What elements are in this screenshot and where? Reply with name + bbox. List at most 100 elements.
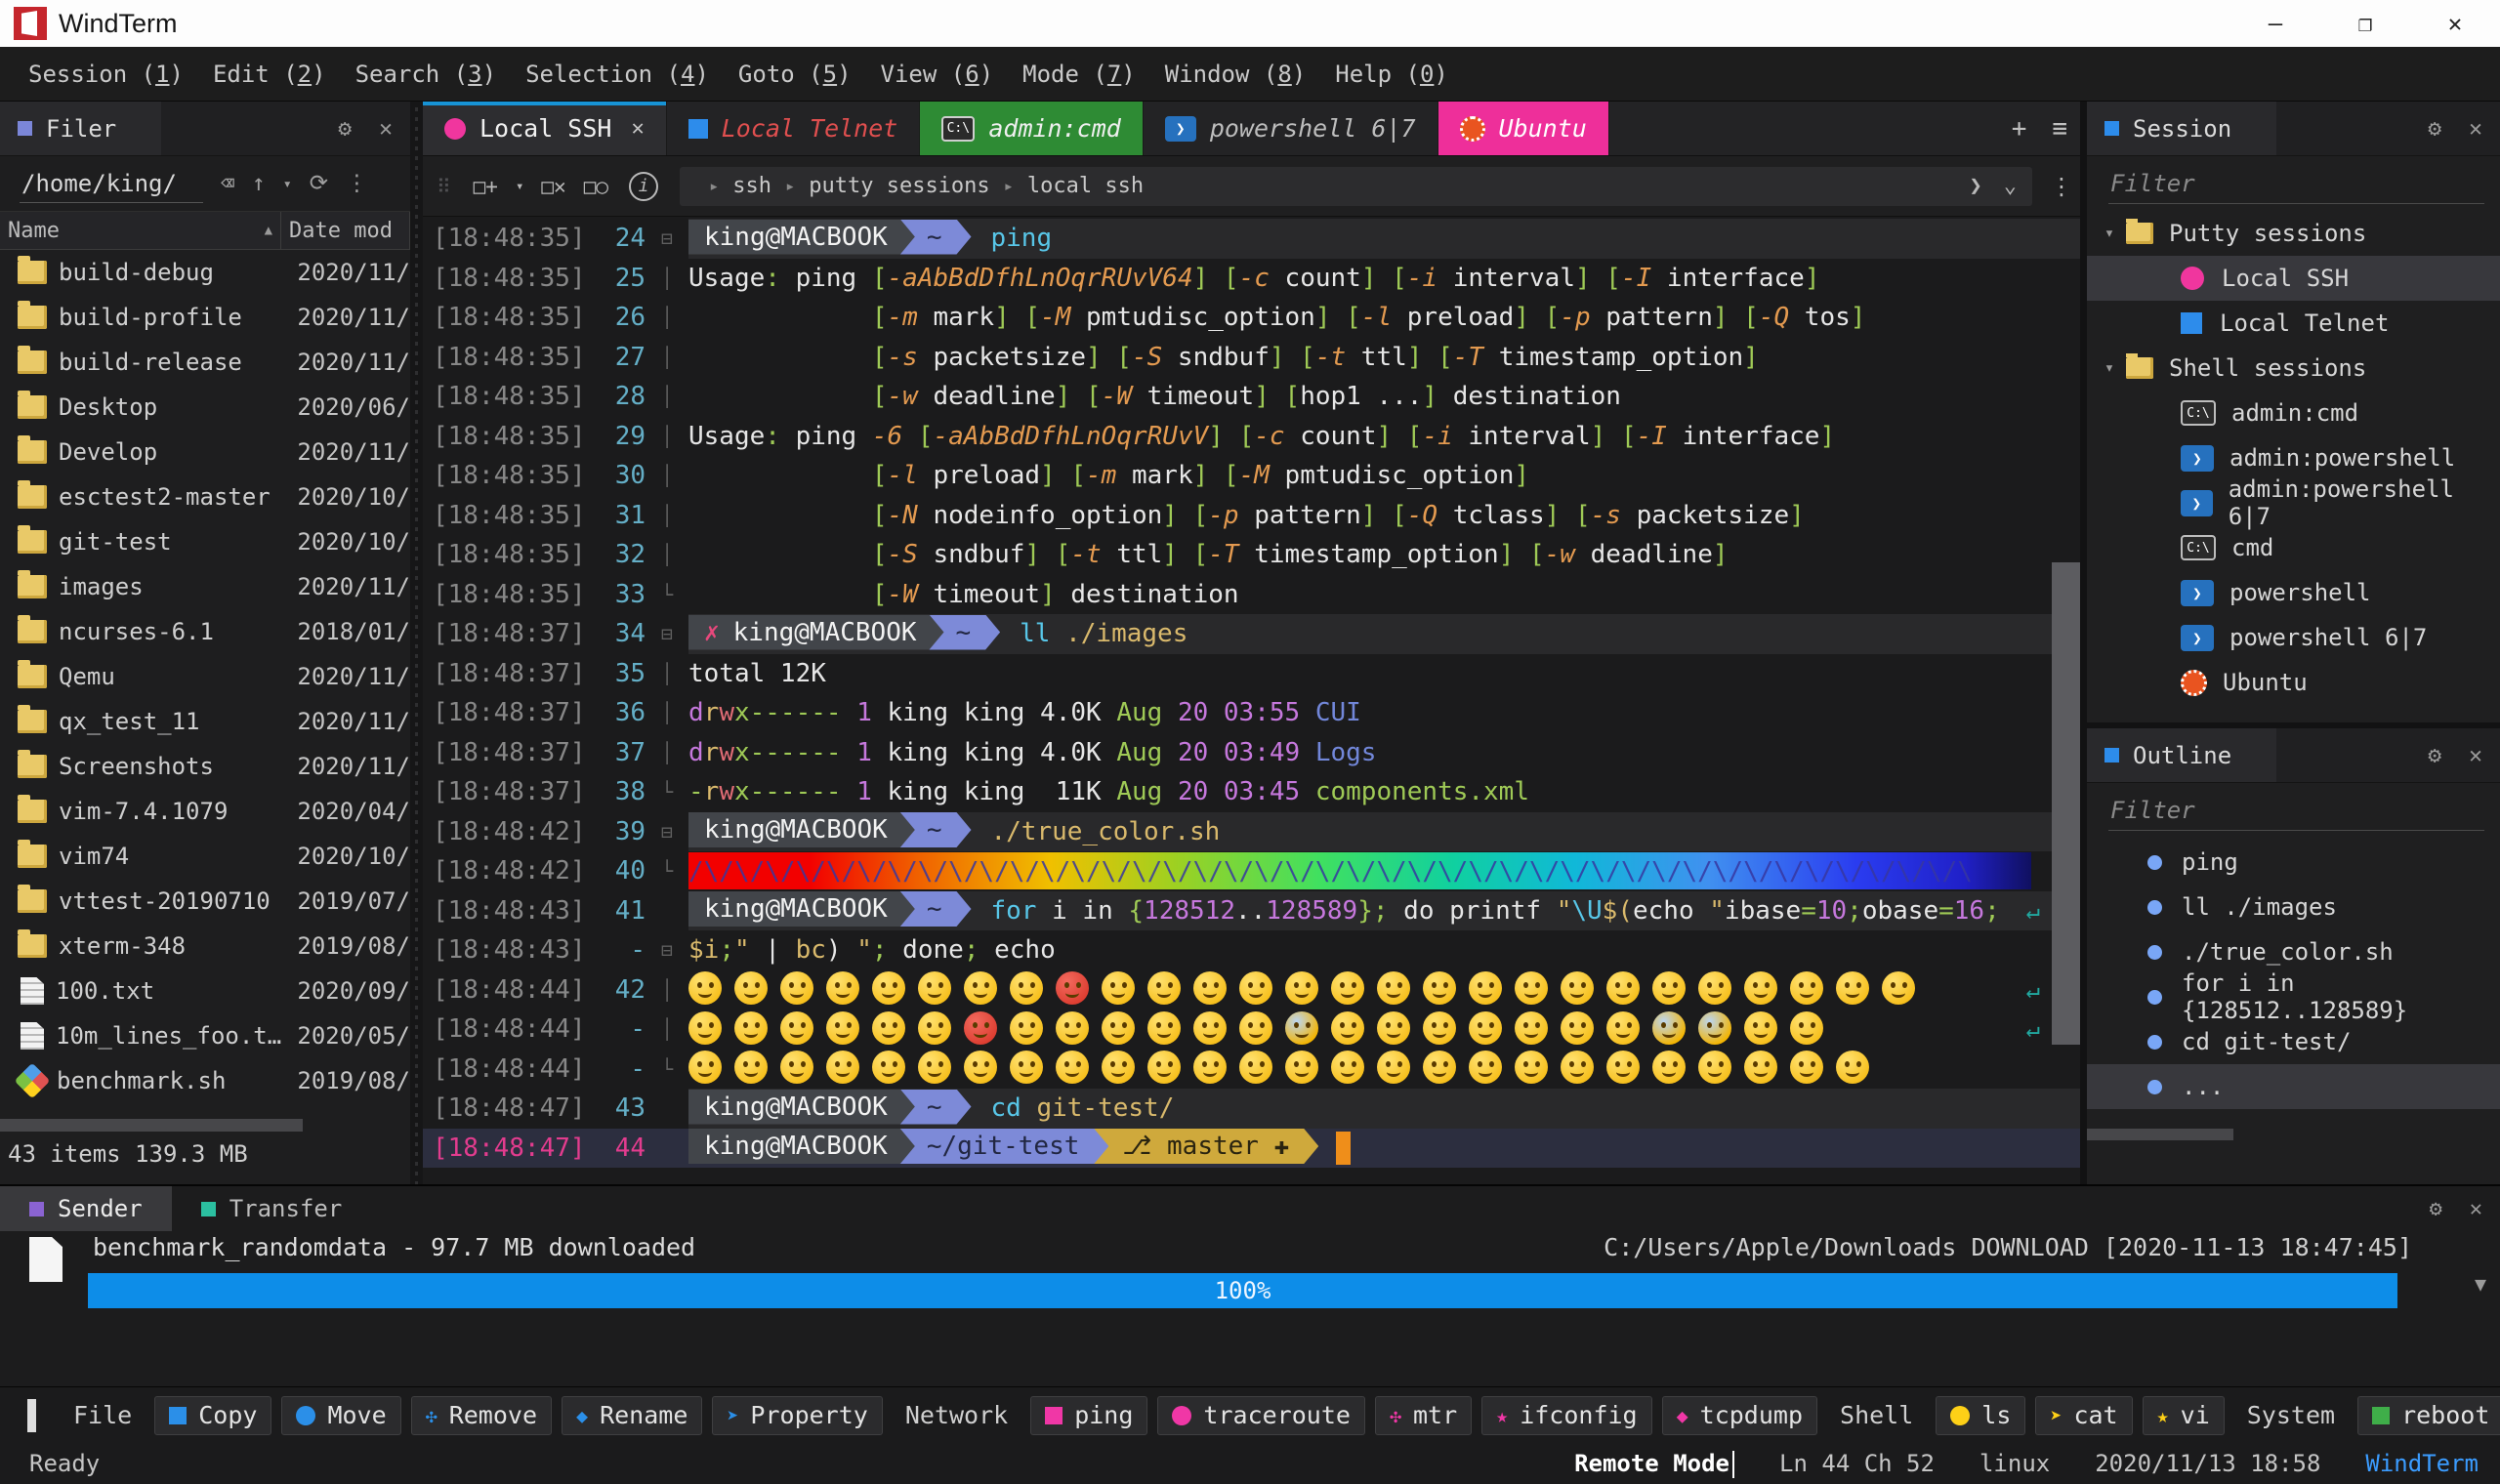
mtr-button[interactable]: ✣ mtr <box>1374 1395 1473 1435</box>
status-position[interactable]: Ln 44 Ch 52 <box>1779 1450 1935 1477</box>
outline-item[interactable]: ping <box>2087 840 2500 885</box>
file-row[interactable]: xterm-348 2019/08/ <box>0 924 410 969</box>
filer-menu-icon[interactable]: ⋮ <box>346 171 368 196</box>
tab-list-icon[interactable]: ≡ <box>2052 114 2067 144</box>
close-session-icon[interactable]: □✕ <box>541 175 565 198</box>
file-row[interactable]: git-test 2020/10/ <box>0 519 410 564</box>
tree-caret-icon[interactable]: ▾ <box>2093 358 2126 378</box>
status-brand[interactable]: WindTerm <box>2365 1450 2479 1477</box>
file-row[interactable]: vim74 2020/10/ <box>0 834 410 879</box>
file-row[interactable]: vim-7.4.1079 2020/04/ <box>0 789 410 834</box>
new-session-icon[interactable]: □+ <box>474 175 498 198</box>
transfer-tab-sender[interactable]: Sender <box>0 1186 172 1231</box>
file-row[interactable]: 10m_lines_foo.t… 2020/05/ <box>0 1013 410 1058</box>
outline-item[interactable]: ... <box>2087 1064 2500 1109</box>
menu-window[interactable]: Window (8) <box>1150 61 1321 88</box>
new-session-dropdown-icon[interactable]: ▾ <box>516 179 523 194</box>
terminal-scrollbar[interactable] <box>2052 562 2081 1045</box>
menu-session[interactable]: Session (1) <box>14 61 198 88</box>
terminal-view[interactable]: [18:48:35] 24 ⊟ king@MACBOOK ~ ping [18:48:35]… <box>423 217 2087 1184</box>
column-date-modified[interactable]: Date mod <box>281 212 410 249</box>
new-tab-icon[interactable]: + <box>2012 114 2027 144</box>
collapse-icon[interactable]: ⌄ <box>2004 174 2017 198</box>
menu-help[interactable]: Help (0) <box>1320 61 1463 88</box>
session-item-local-telnet[interactable]: Local Telnet <box>2087 301 2500 346</box>
ping-button[interactable]: ping <box>1030 1395 1148 1435</box>
transfer-close-icon[interactable]: ✕ <box>2470 1197 2482 1221</box>
tab-local-ssh[interactable]: Local SSH ✕ <box>423 102 667 155</box>
outline-item[interactable]: ./true_color.sh <box>2087 929 2500 974</box>
path-input[interactable] <box>20 164 203 203</box>
tab-local-telnet[interactable]: Local Telnet <box>667 102 921 155</box>
file-row[interactable]: benchmark.sh 2019/08/ <box>0 1058 410 1103</box>
reboot-button[interactable]: reboot <box>2357 1395 2500 1435</box>
right-splitter[interactable] <box>2080 102 2087 1184</box>
restore-button[interactable]: ❐ <box>2320 0 2410 47</box>
session-item-ubuntu[interactable]: Ubuntu <box>2087 660 2500 705</box>
file-row[interactable]: build-profile 2020/11/ <box>0 295 410 340</box>
outline-title-tab[interactable]: Outline <box>2087 728 2277 782</box>
refresh-icon[interactable]: ⟳ <box>310 171 328 196</box>
filer-close-icon[interactable]: ✕ <box>379 116 393 142</box>
info-icon[interactable]: i <box>628 171 658 201</box>
ls-button[interactable]: ls <box>1936 1395 2026 1435</box>
outline-hscrollbar[interactable] <box>2087 1129 2233 1140</box>
outline-item[interactable]: cd git-test/ <box>2087 1019 2500 1064</box>
filer-hscrollbar[interactable] <box>0 1119 303 1132</box>
transfer-settings-icon[interactable]: ⚙ <box>2430 1197 2442 1221</box>
vi-button[interactable]: ★ vi <box>2142 1395 2225 1435</box>
terminal-menu-icon[interactable]: ⋮ <box>2050 173 2073 200</box>
session-item-shell-sessions[interactable]: ▾ Shell sessions <box>2087 346 2500 391</box>
file-row[interactable]: build-debug 2020/11/ <box>0 250 410 295</box>
session-item-powershell-6-7[interactable]: ❯ powershell 6|7 <box>2087 615 2500 660</box>
ifconfig-button[interactable]: ★ ifconfig <box>1481 1395 1652 1435</box>
session-settings-icon[interactable]: ⚙ <box>2428 116 2441 142</box>
menu-view[interactable]: View (6) <box>866 61 1009 88</box>
clear-path-icon[interactable]: ⌫ <box>221 171 234 196</box>
session-item-powershell[interactable]: ❯ powershell <box>2087 570 2500 615</box>
status-datetime[interactable]: 2020/11/13 18:58 <box>2095 1450 2320 1477</box>
fold-marker[interactable]: ⊟ <box>646 219 688 259</box>
session-item-admin-cmd[interactable]: C:\ admin:cmd <box>2087 391 2500 435</box>
traceroute-button[interactable]: traceroute <box>1157 1395 1365 1435</box>
cat-button[interactable]: ➤ cat <box>2035 1395 2133 1435</box>
column-name[interactable]: Name ▲ <box>0 212 281 249</box>
session-item-putty-sessions[interactable]: ▾ Putty sessions <box>2087 211 2500 256</box>
tab-close-icon[interactable]: ✕ <box>631 116 644 141</box>
file-row[interactable]: images 2020/11/ <box>0 564 410 609</box>
filer-settings-icon[interactable]: ⚙ <box>338 116 352 142</box>
move-button[interactable]: Move <box>281 1395 401 1435</box>
session-filter-input[interactable] <box>2108 163 2484 204</box>
file-row[interactable]: Qemu 2020/11/ <box>0 654 410 699</box>
session-item-admin-powershell-6-7[interactable]: ❯ admin:powershell 6|7 <box>2087 475 2500 530</box>
tab-admin-cmd[interactable]: C:\ admin:cmd <box>920 102 1144 155</box>
file-row[interactable]: ncurses-6.1 2018/01/ <box>0 609 410 654</box>
session-close-icon[interactable]: ✕ <box>2469 116 2482 142</box>
breadcrumb-item[interactable]: local ssh <box>1027 174 1144 198</box>
outline-close-icon[interactable]: ✕ <box>2469 743 2482 768</box>
tree-caret-icon[interactable]: ▾ <box>2093 224 2126 243</box>
up-directory-icon[interactable]: ↑ <box>252 171 266 196</box>
filer-title-tab[interactable]: Filer <box>0 102 162 155</box>
toolbar-grip-icon[interactable]: ⠿ <box>437 175 451 198</box>
status-mode[interactable]: Remote Mode <box>1574 1450 1735 1478</box>
transfer-tab-transfer[interactable]: Transfer <box>172 1186 372 1231</box>
path-dropdown-icon[interactable]: ▾ <box>283 175 292 192</box>
file-row[interactable]: vttest-20190710 2019/07/ <box>0 879 410 924</box>
run-icon[interactable]: ❯ <box>1970 174 1982 198</box>
fold-marker[interactable]: ⊟ <box>646 930 688 970</box>
file-row[interactable]: Desktop 2020/06/ <box>0 385 410 430</box>
fold-marker[interactable]: ⊟ <box>646 614 688 654</box>
session-title-tab[interactable]: Session <box>2087 102 2277 155</box>
menu-edit[interactable]: Edit (2) <box>198 61 341 88</box>
menu-goto[interactable]: Goto (5) <box>724 61 866 88</box>
session-item-admin-powershell[interactable]: ❯ admin:powershell <box>2087 435 2500 480</box>
minimize-button[interactable]: – <box>2230 0 2320 47</box>
tab-ubuntu[interactable]: Ubuntu <box>1438 102 1609 155</box>
copy-button[interactable]: Copy <box>154 1395 272 1435</box>
session-item-local-ssh[interactable]: Local SSH <box>2087 256 2500 301</box>
property-button[interactable]: ➤ Property <box>712 1395 883 1435</box>
file-row[interactable]: qx_test_11 2020/11/ <box>0 699 410 744</box>
menu-selection[interactable]: Selection (4) <box>511 61 724 88</box>
breadcrumb[interactable]: ▸ ssh ▸ putty sessions ▸ local ssh ❯ ⌄ <box>679 166 2032 206</box>
